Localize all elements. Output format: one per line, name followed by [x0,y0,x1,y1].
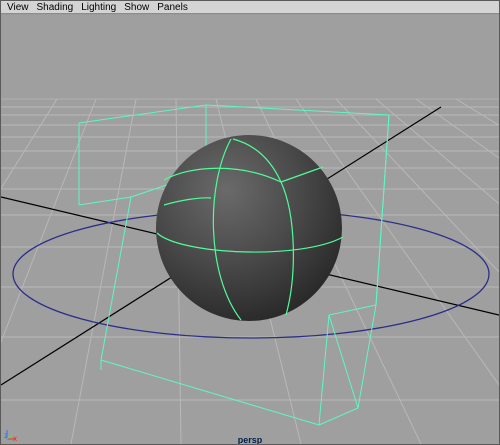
3d-viewport[interactable]: persp z x [1,15,499,444]
camera-label: persp [237,435,263,444]
menu-show[interactable]: Show [124,1,149,14]
menu-panels[interactable]: Panels [157,1,188,14]
maya-viewport-panel: View Shading Lighting Show Panels persp … [0,0,500,445]
menu-shading[interactable]: Shading [37,1,74,14]
menu-lighting[interactable]: Lighting [81,1,116,14]
view-axis-indicator: z x [4,424,22,443]
scene-canvas [1,98,499,444]
sphere-object[interactable] [156,135,344,321]
axis-z-label: z [4,431,8,440]
axis-x-label: x [13,434,17,443]
menu-view[interactable]: View [7,1,29,14]
panel-menubar: View Shading Lighting Show Panels [1,1,499,14]
